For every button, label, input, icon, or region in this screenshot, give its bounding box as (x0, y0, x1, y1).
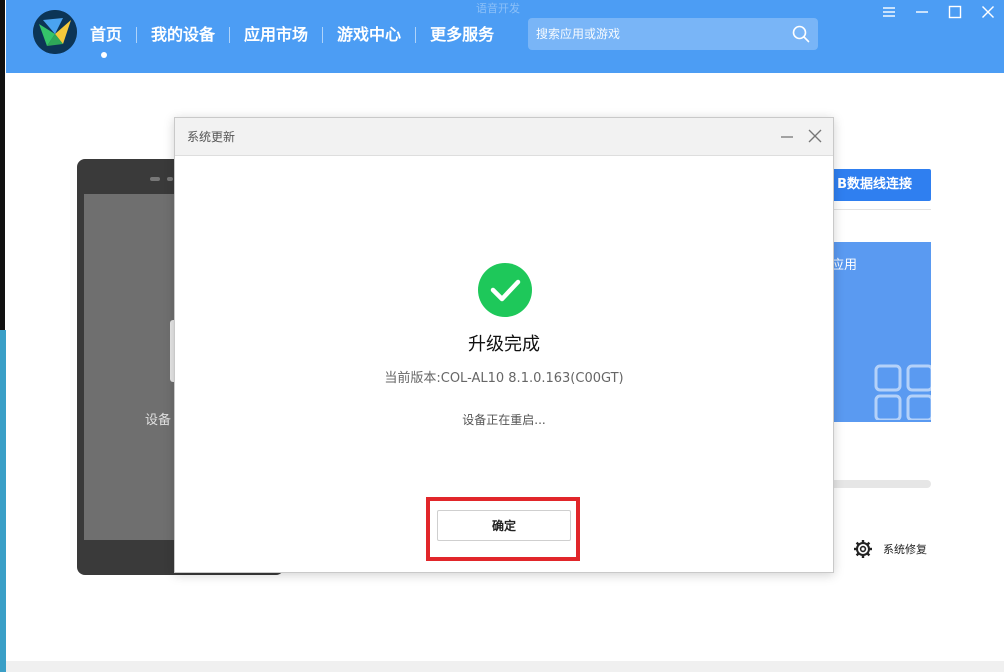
background-window-teal (0, 330, 6, 672)
search-box (528, 18, 818, 50)
app-logo[interactable] (33, 10, 77, 54)
search-icon[interactable] (792, 25, 810, 43)
divider (820, 209, 931, 210)
menu-button[interactable] (872, 0, 905, 24)
background-window-edge (0, 0, 6, 672)
minimize-button[interactable] (905, 0, 938, 24)
app-window: 语音开发 首页 我的设备 应用市场 游戏中心 更多服务 搜索应用或游戏 设备 B… (0, 0, 1004, 672)
dialog-close-button[interactable] (805, 126, 825, 146)
nav-game-center-label: 游戏中心 (337, 25, 402, 44)
maximize-icon (948, 5, 961, 19)
nav-home[interactable]: 首页 (90, 22, 136, 58)
menu-icon (882, 7, 895, 17)
close-button[interactable] (971, 0, 1004, 24)
app-card[interactable]: 应用 (820, 242, 934, 422)
close-icon (808, 129, 822, 143)
minimize-icon (781, 136, 793, 138)
phone-camera (167, 177, 173, 181)
nav-game-center[interactable]: 游戏中心 (323, 22, 415, 48)
nav-active-indicator (101, 52, 107, 58)
nav-more-services-label: 更多服务 (430, 25, 495, 44)
background-window-dark (0, 0, 5, 330)
window-controls (872, 0, 1004, 24)
nav-my-devices[interactable]: 我的设备 (137, 22, 229, 48)
ghost-title-text: 语音开发 (476, 2, 520, 15)
phone-speaker (150, 177, 160, 181)
apps-grid-icon (874, 364, 934, 420)
dialog-minimize-button[interactable] (777, 126, 797, 146)
close-icon (981, 6, 994, 18)
rebooting-status-text: 设备正在重启... (462, 413, 546, 427)
top-header: 语音开发 首页 我的设备 应用市场 游戏中心 更多服务 (6, 0, 1004, 73)
gear-icon (854, 540, 872, 558)
search-input[interactable] (528, 18, 786, 50)
minimize-icon (915, 11, 928, 13)
version-value: COL-AL10 8.1.0.163(C00GT) (440, 371, 624, 386)
system-update-dialog: 系统更新 升级完成 当前版本:COL-AL10 8.1.0.163(C00GT) (174, 117, 834, 573)
version-label: 当前版本: (384, 371, 441, 386)
nav-my-devices-label: 我的设备 (151, 25, 216, 44)
system-repair-button[interactable]: 系统修复 (853, 539, 927, 559)
device-status-label: 设备 (145, 413, 172, 428)
status-bar (6, 661, 1004, 672)
app-card-label: 应用 (831, 258, 858, 273)
update-complete-title: 升级完成 (468, 334, 540, 355)
nav-app-market[interactable]: 应用市场 (230, 22, 322, 48)
maximize-button[interactable] (938, 0, 971, 24)
confirm-button[interactable]: 确定 (437, 510, 571, 541)
progress-bar (820, 480, 931, 488)
main-nav: 首页 我的设备 应用市场 游戏中心 更多服务 (90, 22, 508, 58)
system-repair-label: 系统修复 (883, 543, 927, 556)
success-check-icon (478, 263, 532, 317)
dialog-title: 系统更新 (187, 130, 236, 144)
dialog-header: 系统更新 (175, 118, 833, 156)
nav-more-services[interactable]: 更多服务 (416, 22, 508, 48)
current-version-text: 当前版本:COL-AL10 8.1.0.163(C00GT) (175, 367, 833, 386)
usb-connect-button[interactable]: B数据线连接 (820, 169, 931, 201)
nav-home-label: 首页 (90, 25, 123, 44)
nav-app-market-label: 应用市场 (244, 25, 309, 44)
